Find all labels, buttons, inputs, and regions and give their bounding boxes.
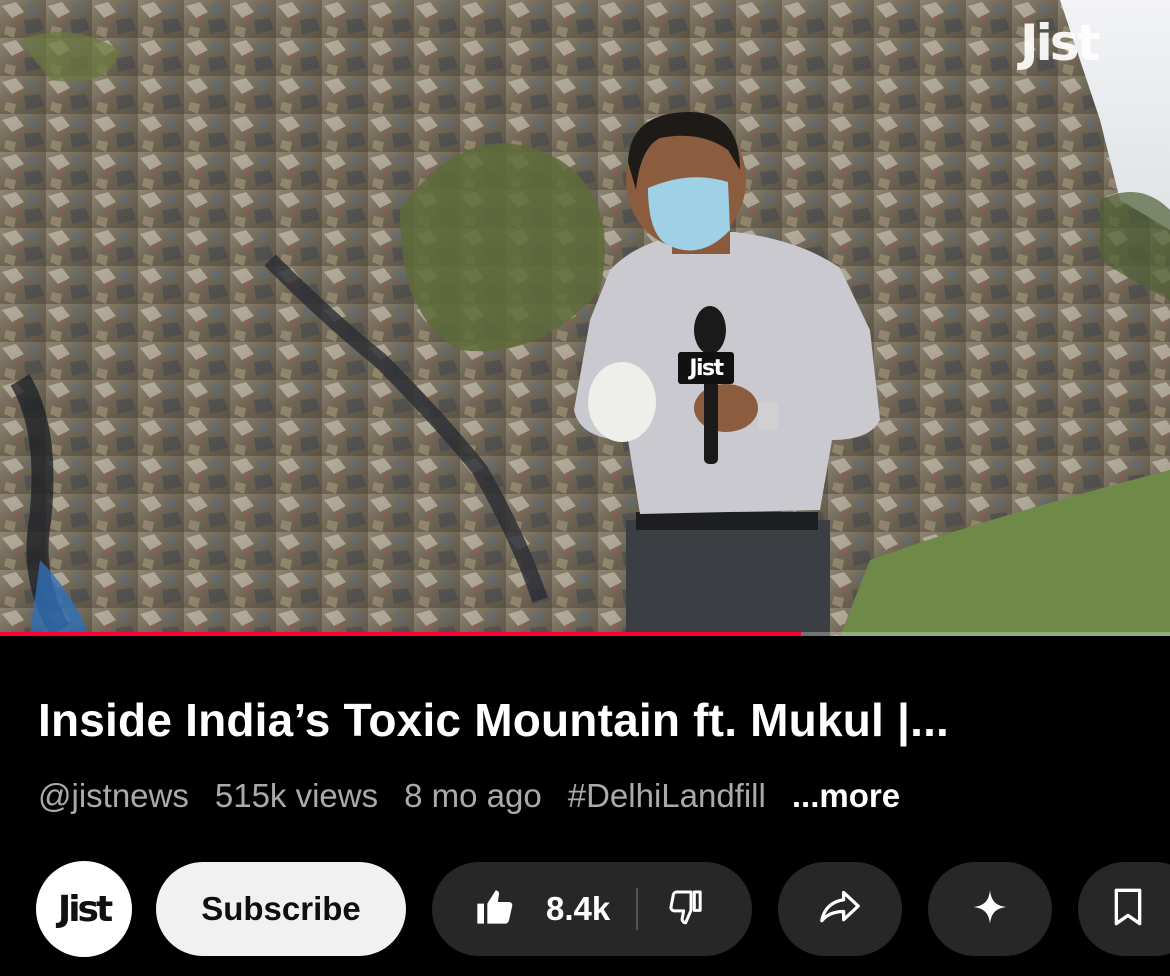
thumbs-down-icon (666, 887, 706, 932)
video-frame (0, 0, 1170, 636)
sparkle-icon (970, 887, 1010, 932)
subscribe-button[interactable]: Subscribe (156, 862, 406, 956)
action-row: Jist Subscribe 8.4k (36, 860, 1170, 958)
share-button[interactable] (778, 862, 902, 956)
video-meta-row[interactable]: @jistnews 515k views 8 mo ago #DelhiLand… (38, 774, 900, 818)
save-button[interactable] (1078, 862, 1170, 956)
dislike-button[interactable] (666, 887, 706, 932)
video-player[interactable]: Jist Jist (0, 0, 1170, 636)
progress-fill (0, 632, 802, 636)
like-count: 8.4k (546, 890, 611, 927)
channel-handle[interactable]: @jistnews (38, 777, 189, 815)
progress-bar[interactable] (0, 632, 1170, 636)
channel-watermark: Jist (1020, 14, 1100, 72)
upload-age: 8 mo ago (404, 777, 542, 814)
share-icon (818, 887, 862, 932)
like-divider (636, 888, 639, 930)
view-count: 515k views (214, 777, 379, 814)
ask-ai-button[interactable] (928, 862, 1052, 956)
hashtag-link[interactable]: #DelhiLandfill (568, 777, 766, 815)
like-button[interactable]: 8.4k (432, 887, 610, 932)
video-title[interactable]: Inside India’s Toxic Mountain ft. Mukul … (38, 690, 1138, 750)
mic-flag-logo: Jist (678, 352, 734, 384)
more-button[interactable]: ...more (792, 777, 900, 815)
thumbs-up-icon (474, 887, 514, 932)
bookmark-icon (1110, 887, 1146, 932)
like-dislike-pill: 8.4k (432, 862, 752, 956)
channel-avatar[interactable]: Jist (36, 861, 132, 957)
